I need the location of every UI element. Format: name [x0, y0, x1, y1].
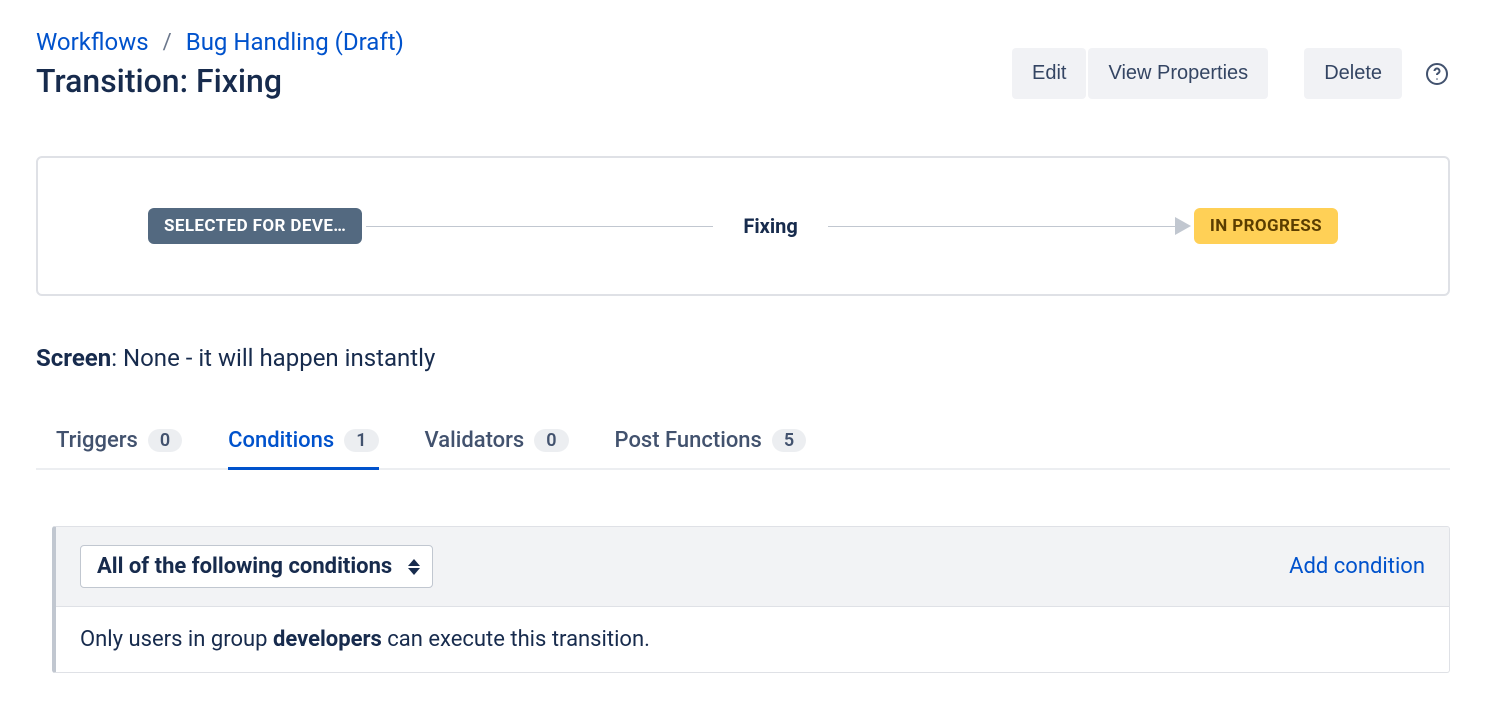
- arrow-line-right: [828, 226, 1175, 227]
- select-caret-icon: [408, 559, 420, 575]
- tab-triggers[interactable]: Triggers 0: [56, 428, 182, 470]
- transition-diagram: SELECTED FOR DEVE… Fixing IN PROGRESS: [36, 156, 1450, 296]
- add-condition-link[interactable]: Add condition: [1289, 554, 1425, 579]
- condition-group-name: developers: [273, 627, 382, 652]
- breadcrumb: Workflows / Bug Handling (Draft): [36, 28, 404, 56]
- tab-conditions[interactable]: Conditions 1: [228, 428, 378, 470]
- condition-mode-label: All of the following conditions: [97, 554, 392, 579]
- condition-text-suffix: can execute this transition.: [382, 627, 650, 652]
- tab-post-functions[interactable]: Post Functions 5: [615, 428, 807, 470]
- title-block: Workflows / Bug Handling (Draft) Transit…: [36, 28, 404, 100]
- screen-label: Screen: [36, 344, 111, 372]
- header-row: Workflows / Bug Handling (Draft) Transit…: [36, 28, 1450, 100]
- tab-label: Conditions: [228, 428, 334, 453]
- condition-mode-select[interactable]: All of the following conditions: [80, 545, 433, 588]
- tab-badge: 0: [148, 429, 182, 452]
- breadcrumb-current-link[interactable]: Bug Handling (Draft): [186, 28, 404, 56]
- arrow-line-left: [366, 226, 713, 227]
- tab-badge: 0: [534, 429, 568, 452]
- breadcrumb-root-link[interactable]: Workflows: [36, 28, 149, 56]
- tab-label: Triggers: [56, 428, 138, 453]
- conditions-panel: All of the following conditions Add cond…: [52, 526, 1450, 673]
- transition-label: Fixing: [713, 214, 827, 238]
- tabs: Triggers 0 Conditions 1 Validators 0 Pos…: [36, 428, 1450, 470]
- view-properties-button[interactable]: View Properties: [1088, 48, 1268, 99]
- arrow-head-icon: [1175, 217, 1191, 235]
- delete-button[interactable]: Delete: [1304, 48, 1402, 99]
- action-bar: Edit View Properties Delete: [1012, 48, 1450, 99]
- page-title-prefix: Transition:: [36, 62, 196, 100]
- from-status-lozenge: SELECTED FOR DEVE…: [148, 208, 362, 244]
- conditions-header: All of the following conditions Add cond…: [56, 527, 1449, 607]
- tab-label: Post Functions: [615, 428, 762, 453]
- condition-text-prefix: Only users in group: [80, 627, 273, 652]
- tab-badge: 5: [772, 429, 806, 452]
- tab-label: Validators: [425, 428, 525, 453]
- tab-badge: 1: [344, 429, 378, 452]
- tab-validators[interactable]: Validators 0: [425, 428, 569, 470]
- transition-arrow: Fixing: [366, 214, 1190, 238]
- condition-row: Only users in group developers can execu…: [56, 607, 1449, 672]
- screen-info: Screen: None - it will happen instantly: [36, 344, 1450, 372]
- to-status-lozenge: IN PROGRESS: [1194, 208, 1338, 244]
- page-title-name: Fixing: [196, 62, 282, 100]
- breadcrumb-separator: /: [163, 30, 172, 55]
- screen-value: : None - it will happen instantly: [111, 344, 435, 372]
- page-title: Transition: Fixing: [36, 62, 404, 100]
- help-icon[interactable]: [1424, 61, 1450, 87]
- edit-button[interactable]: Edit: [1012, 48, 1086, 99]
